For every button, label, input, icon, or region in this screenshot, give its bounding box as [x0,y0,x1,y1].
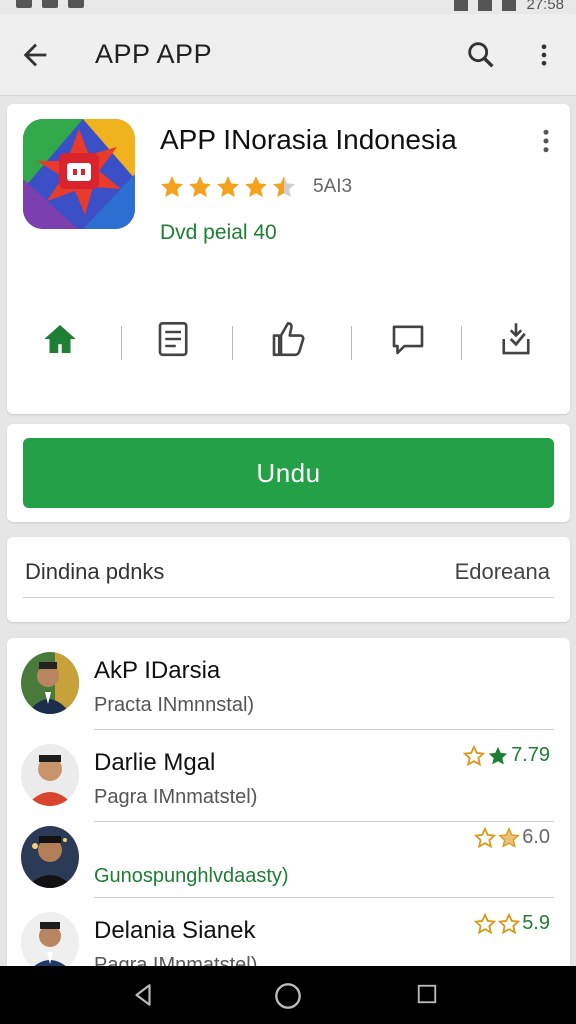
developer-name[interactable]: Dvd peial 40 [160,221,277,245]
info-left-label[interactable]: Dindina pdnks [25,559,164,585]
thumbs-up-icon[interactable] [267,318,309,360]
star-icon [474,826,497,848]
star-icon [463,744,486,766]
signal-icon [478,0,493,11]
review-rating-value: 6.0 [522,826,550,848]
review-rating-value: 7.79 [511,744,550,766]
star-icon [273,176,295,197]
divider [232,326,233,360]
status-time: 27:58 [526,0,564,13]
back-arrow-icon[interactable] [18,38,52,72]
avatar-image [21,744,79,806]
review-rating: 7.79 [463,744,550,767]
install-button[interactable]: Undu [23,438,554,508]
avatar-image [21,652,79,714]
review-rating-value: 5.9 [522,912,550,934]
avatar [21,744,79,806]
nav-home-icon[interactable] [274,982,302,1010]
info-right-label[interactable]: Edoreana [455,559,550,585]
wifi-icon [454,0,469,11]
app-name: APP INorasia Indonesia [160,124,457,155]
reviews-card: AkP IDarsia Practa INmnnstal) Darlie Mga… [7,638,570,978]
divider [461,326,462,360]
notification-icon [68,0,84,8]
avatar [21,652,79,714]
document-icon[interactable] [153,318,195,360]
more-options-icon[interactable] [530,38,558,72]
rating-value: 5AI3 [313,176,353,197]
search-icon[interactable] [464,38,498,72]
info-card: Dindina pdnks Edoreana [7,537,570,622]
list-item[interactable]: Gunospunghlvdaasty) 6.0 [7,822,570,898]
star-icon [189,176,211,197]
star-rating [159,174,297,200]
star-icon [245,176,267,197]
nav-recents-icon[interactable] [416,983,438,1005]
reviewer-subtitle: Pagra IMnmatstel) [94,786,258,808]
battery-icon [502,0,517,11]
review-rating: 6.0 [474,826,550,849]
avatar [21,912,79,974]
avatar-image [21,912,79,974]
app-bar: APP APP [0,14,576,96]
nav-back-icon[interactable] [130,982,156,1008]
reviewer-name: AkP IDarsia [94,657,221,684]
reviewer-name: Delania Sianek [94,917,256,944]
star-icon [498,826,520,848]
app-details-card: APP INorasia Indonesia 5AI3 Dvd peial 40 [7,104,570,414]
list-item[interactable]: Darlie Mgal Pagra IMnmatstel) 7.79 [7,730,570,822]
home-icon[interactable] [39,318,81,360]
star-icon [488,746,508,764]
system-nav-bar [0,966,576,1024]
star-icon [498,912,521,934]
divider [23,597,554,598]
page-title: APP APP [95,39,213,69]
review-rating: 5.9 [474,912,550,935]
action-row [7,318,570,366]
star-icon [217,176,239,197]
notification-icon [16,0,32,8]
avatar [21,826,79,888]
chat-icon[interactable] [387,318,429,360]
card-more-options-icon[interactable] [537,126,555,156]
app-logo-graphic [23,119,135,229]
notification-icon [42,0,58,8]
status-bar: 27:58 [0,0,576,14]
avatar-image [21,826,79,888]
install-card: Undu [7,424,570,522]
divider [351,326,352,360]
system-icons: 27:58 [454,0,564,13]
reviewer-name: Darlie Mgal [94,749,216,776]
download-icon[interactable] [495,318,537,360]
app-logo[interactable] [23,119,135,229]
reviewer-subtitle: Practa INmnnstal) [94,694,255,716]
reviewer-subtitle: Gunospunghlvdaasty) [94,865,289,887]
star-icon [161,176,183,197]
divider [121,326,122,360]
star-icon [474,912,497,934]
rating-row: 5AI3 [159,174,352,200]
notification-icons [16,0,84,8]
list-item[interactable]: AkP IDarsia Practa INmnnstal) [7,638,570,730]
